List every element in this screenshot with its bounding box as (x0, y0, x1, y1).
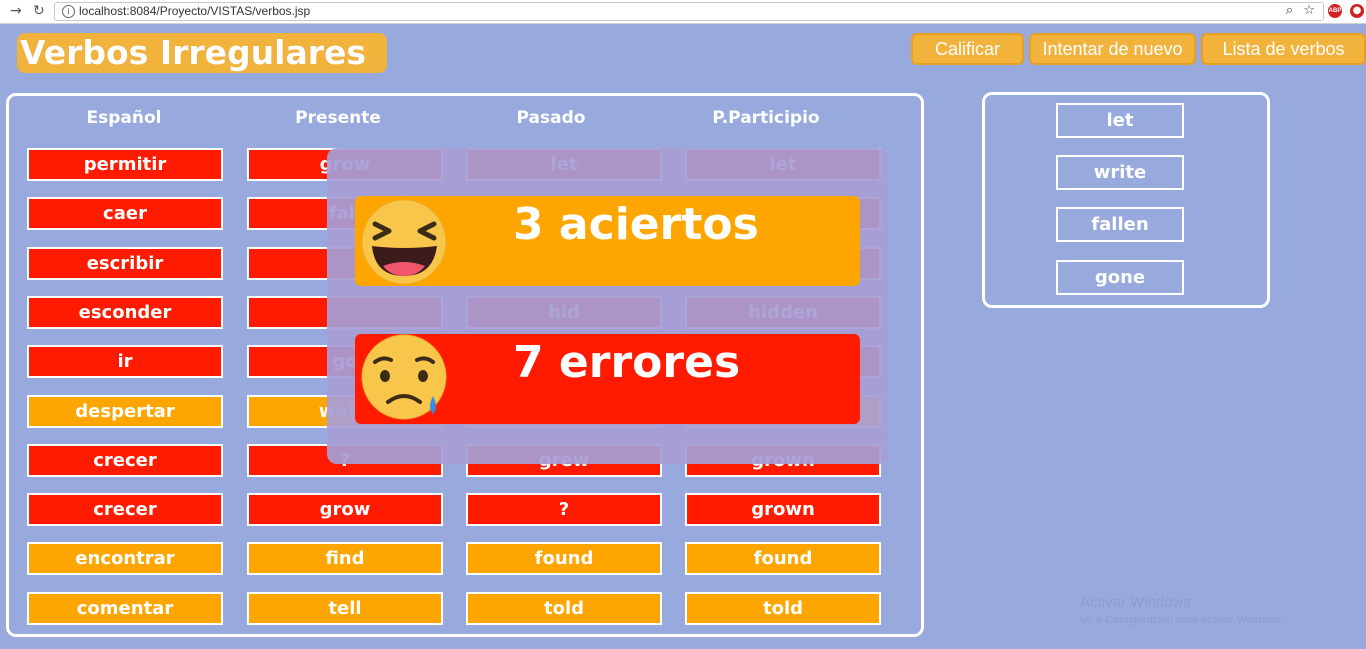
url-tools: ⌕ ☆ (1286, 3, 1315, 18)
page-title: Verbos Irregulares (17, 33, 387, 73)
cell-present[interactable]: find (247, 542, 443, 575)
cell-present[interactable]: tell (247, 592, 443, 625)
word-chip[interactable]: let (1056, 103, 1184, 138)
browser-toolbar: → ↻ i localhost:8084/Proyecto/VISTAS/ver… (0, 0, 1366, 24)
cell-participle[interactable]: found (685, 542, 881, 575)
cell-spanish: caer (27, 197, 223, 230)
cell-spanish: ir (27, 345, 223, 378)
word-chip[interactable]: write (1056, 155, 1184, 190)
cell-past[interactable]: told (466, 592, 662, 625)
star-icon[interactable]: ☆ (1303, 3, 1315, 18)
cell-spanish: crecer (27, 444, 223, 477)
cell-spanish: encontrar (27, 542, 223, 575)
retry-button[interactable]: Intentar de nuevo (1029, 33, 1196, 65)
forward-arrow-icon[interactable]: → (10, 3, 22, 19)
extension-icon[interactable]: ● (1350, 4, 1364, 18)
adblock-extension-icon[interactable]: ABP (1328, 4, 1342, 18)
word-chip[interactable]: fallen (1056, 207, 1184, 242)
cell-spanish: crecer (27, 493, 223, 526)
grade-button[interactable]: Calificar (911, 33, 1024, 65)
address-bar[interactable]: i localhost:8084/Proyecto/VISTAS/verbos.… (54, 2, 1324, 21)
column-header-spanish: Español (86, 108, 162, 128)
cell-spanish: esconder (27, 296, 223, 329)
cell-past[interactable]: ? (466, 493, 662, 526)
column-header-past: Pasado (516, 108, 586, 128)
info-icon[interactable]: i (62, 5, 75, 18)
correct-count-card: 3 aciertos (355, 196, 860, 286)
cell-present[interactable]: grow (247, 493, 443, 526)
cell-participle[interactable]: told (685, 592, 881, 625)
crying-emoji-icon (361, 334, 447, 420)
column-header-participle: P.Participio (712, 108, 820, 128)
windows-activation-watermark: Activar Windows (1080, 594, 1191, 611)
magnifier-icon[interactable]: ⌕ (1286, 3, 1293, 18)
cell-spanish: escribir (27, 247, 223, 280)
cell-spanish: despertar (27, 395, 223, 428)
column-header-present: Presente (295, 108, 381, 128)
address-bar-url: localhost:8084/Proyecto/VISTAS/verbos.js… (79, 4, 311, 18)
windows-activation-hint: Ve a Configuración para activar Windows. (1080, 614, 1285, 626)
cell-spanish: permitir (27, 148, 223, 181)
cell-participle[interactable]: grown (685, 493, 881, 526)
verb-list-button[interactable]: Lista de verbos (1201, 33, 1366, 65)
laughing-emoji-icon (361, 199, 447, 285)
reload-icon[interactable]: ↻ (33, 3, 45, 19)
correct-count-text: 3 aciertos (513, 199, 759, 250)
cell-spanish: comentar (27, 592, 223, 625)
word-chip[interactable]: gone (1056, 260, 1184, 295)
error-count-text: 7 errores (513, 337, 741, 388)
cell-past[interactable]: found (466, 542, 662, 575)
error-count-card: 7 errores (355, 334, 860, 424)
